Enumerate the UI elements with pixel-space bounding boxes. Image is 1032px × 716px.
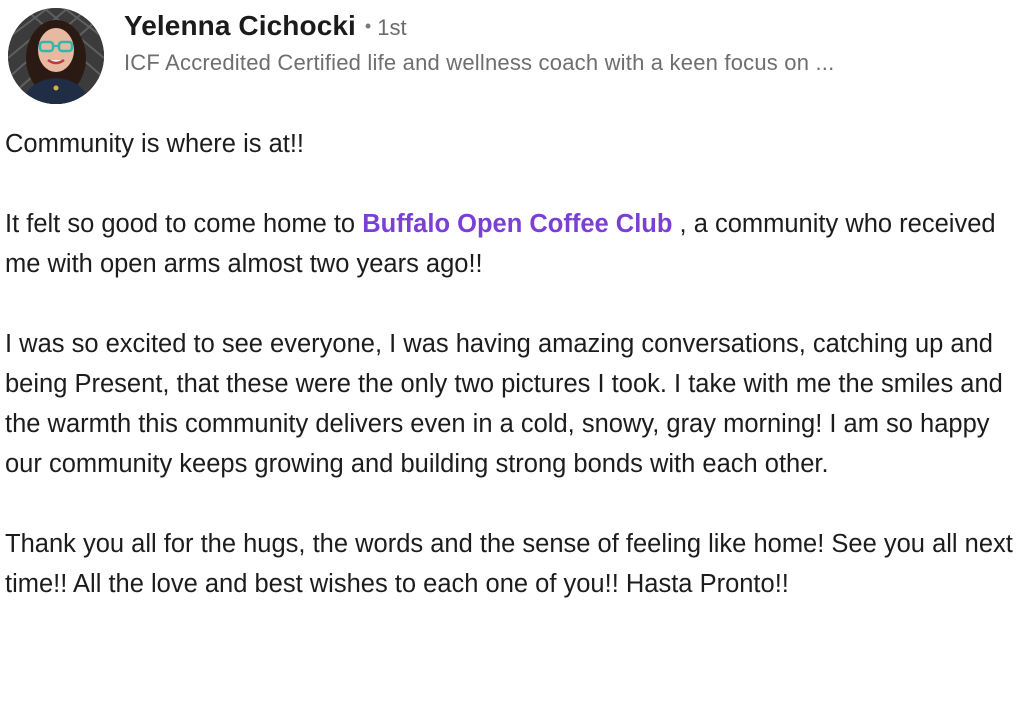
author-headline: ICF Accredited Certified life and wellne…: [124, 50, 835, 75]
paragraph-1-text: Community is where is at!!: [5, 130, 305, 158]
feed-post: Yelenna Cichocki • 1st ICF Accredited Ce…: [0, 0, 1032, 716]
separator-dot: •: [364, 16, 372, 36]
author-meta: Yelenna Cichocki • 1st ICF Accredited Ce…: [124, 8, 834, 76]
author-avatar[interactable]: [8, 8, 104, 104]
connection-degree: 1st: [377, 15, 407, 40]
post-body: Community is where is at!! It felt so go…: [5, 124, 1029, 644]
paragraph-3: I was so excited to see everyone, I was …: [5, 324, 1029, 484]
paragraph-3-text: I was so excited to see everyone, I was …: [5, 330, 1003, 478]
paragraph-2-before: It felt so good to come home to: [5, 210, 363, 238]
paragraph-2: It felt so good to come home to Buffalo …: [5, 204, 1029, 284]
post-header: Yelenna Cichocki • 1st ICF Accredited Ce…: [8, 8, 834, 104]
author-name-row: Yelenna Cichocki • 1st: [124, 10, 834, 44]
paragraph-1: Community is where is at!!: [5, 124, 1029, 164]
paragraph-4-text: Thank you all for the hugs, the words an…: [5, 530, 1013, 598]
avatar-photo: [8, 8, 104, 104]
author-name[interactable]: Yelenna Cichocki: [124, 10, 356, 42]
paragraph-4: Thank you all for the hugs, the words an…: [5, 524, 1029, 604]
mention-link[interactable]: Buffalo Open Coffee Club: [362, 210, 672, 238]
